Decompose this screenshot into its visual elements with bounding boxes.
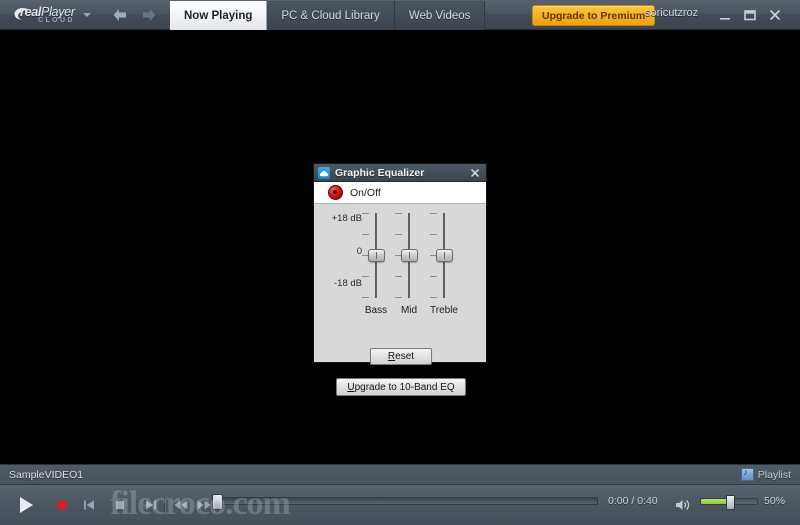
slider-tick — [430, 234, 437, 235]
volume-slider-thumb[interactable] — [726, 495, 735, 510]
tab-now-playing[interactable]: Now Playing — [170, 1, 268, 30]
main-tabs: Now Playing PC & Cloud Library Web Video… — [170, 1, 486, 30]
logo-subtext: CLOUD — [38, 17, 75, 24]
next-track-icon — [146, 500, 156, 510]
upgrade-button-rest: pgrade to 10-Band EQ — [354, 381, 455, 393]
reset-button[interactable]: Reset — [370, 348, 432, 365]
equalizer-title-text: Graphic Equalizer — [335, 166, 425, 179]
reset-button-rest: eset — [395, 351, 415, 362]
slider-tick — [362, 276, 369, 277]
slider-tick — [430, 297, 437, 298]
equalizer-body: +18 dB 0 -18 dB Bass Mid Treble R eset U… — [314, 204, 486, 396]
power-toggle-icon[interactable] — [328, 185, 343, 200]
rewind-icon — [174, 500, 188, 510]
play-button[interactable] — [8, 485, 44, 525]
tab-web-videos[interactable]: Web Videos — [394, 1, 486, 30]
volume-slider-fill — [701, 499, 729, 504]
slider-tick — [430, 213, 437, 214]
upgrade-to-10-band-eq-button[interactable]: Upgrade to 10-Band EQ — [336, 378, 466, 396]
cloud-icon — [318, 166, 330, 179]
fast-forward-icon — [197, 500, 211, 510]
playlist-label: Playlist — [757, 468, 791, 481]
equalizer-close-icon[interactable] — [468, 166, 482, 180]
status-bar: SampleVIDEO1 Playlist — [0, 464, 800, 485]
upgrade-to-premium-button[interactable]: Upgrade to Premium — [532, 5, 656, 26]
controls-divider — [164, 496, 166, 514]
speaker-icon — [676, 500, 690, 510]
back-button[interactable] — [110, 6, 130, 24]
playlist-button[interactable]: Playlist — [740, 467, 791, 481]
minimize-button[interactable] — [715, 6, 735, 24]
previous-button[interactable] — [77, 485, 101, 525]
equalizer-titlebar[interactable]: Graphic Equalizer — [314, 164, 486, 182]
close-icon — [769, 9, 781, 21]
slider-tick — [362, 213, 369, 214]
realplayer-window: realPlayer CLOUD Now Playing PC & Cloud … — [0, 0, 800, 525]
logo-dropdown-caret-icon[interactable] — [83, 13, 91, 17]
slider-treble[interactable] — [429, 213, 459, 298]
slider-bass[interactable] — [361, 213, 391, 298]
title-tab-bar: realPlayer CLOUD Now Playing PC & Cloud … — [0, 0, 800, 30]
next-button[interactable] — [139, 485, 163, 525]
tab-pc-cloud-library[interactable]: PC & Cloud Library — [267, 1, 395, 30]
maximize-button[interactable] — [740, 6, 760, 24]
slider-tick — [395, 276, 402, 277]
slider-tick — [362, 234, 369, 235]
slider-thumb-bass[interactable] — [368, 249, 385, 262]
graphic-equalizer-dialog: Graphic Equalizer On/Off +18 dB 0 -18 dB — [313, 163, 487, 396]
slider-tick — [395, 213, 402, 214]
arrow-left-icon — [113, 9, 126, 21]
seek-bar[interactable] — [216, 497, 598, 505]
now-playing-title: SampleVIDEO1 — [9, 469, 84, 481]
upgrade-button-mnemonic: U — [347, 381, 355, 393]
slider-mid[interactable] — [394, 213, 424, 298]
close-button[interactable] — [765, 6, 785, 24]
slider-thumb-mid[interactable] — [401, 249, 418, 262]
slider-tick — [430, 276, 437, 277]
equalizer-onoff-row: On/Off — [314, 182, 486, 204]
forward-button[interactable] — [139, 6, 159, 24]
slider-label-treble: Treble — [430, 305, 458, 316]
record-icon — [57, 500, 67, 510]
scale-label-max: +18 dB — [331, 213, 362, 224]
slider-tick — [395, 297, 402, 298]
scale-label-min: -18 dB — [334, 278, 362, 289]
stop-button[interactable] — [108, 485, 132, 525]
record-button[interactable] — [48, 485, 76, 525]
slider-tick — [395, 234, 402, 235]
volume-button[interactable] — [672, 485, 694, 525]
slider-tick — [362, 297, 369, 298]
player-controls — [0, 485, 800, 525]
arrow-right-icon — [143, 9, 156, 21]
play-icon — [20, 497, 33, 513]
playlist-icon — [740, 467, 754, 481]
slider-thumb-treble[interactable] — [436, 249, 453, 262]
minimize-icon — [720, 18, 730, 20]
scale-label-mid: 0 — [356, 246, 362, 257]
account-username[interactable]: soricutzroz — [645, 7, 698, 19]
onoff-label: On/Off — [350, 186, 381, 199]
previous-track-icon — [84, 500, 94, 510]
rewind-button[interactable] — [169, 485, 193, 525]
volume-percent-label: 50% — [764, 495, 786, 507]
stop-icon — [116, 501, 124, 509]
time-display: 0:00 / 0:40 — [608, 495, 658, 507]
maximize-icon — [744, 10, 756, 21]
realplayer-logo[interactable]: realPlayer CLOUD — [6, 3, 94, 27]
seek-bar-thumb[interactable] — [212, 494, 223, 510]
reset-button-mnemonic: R — [387, 351, 396, 362]
